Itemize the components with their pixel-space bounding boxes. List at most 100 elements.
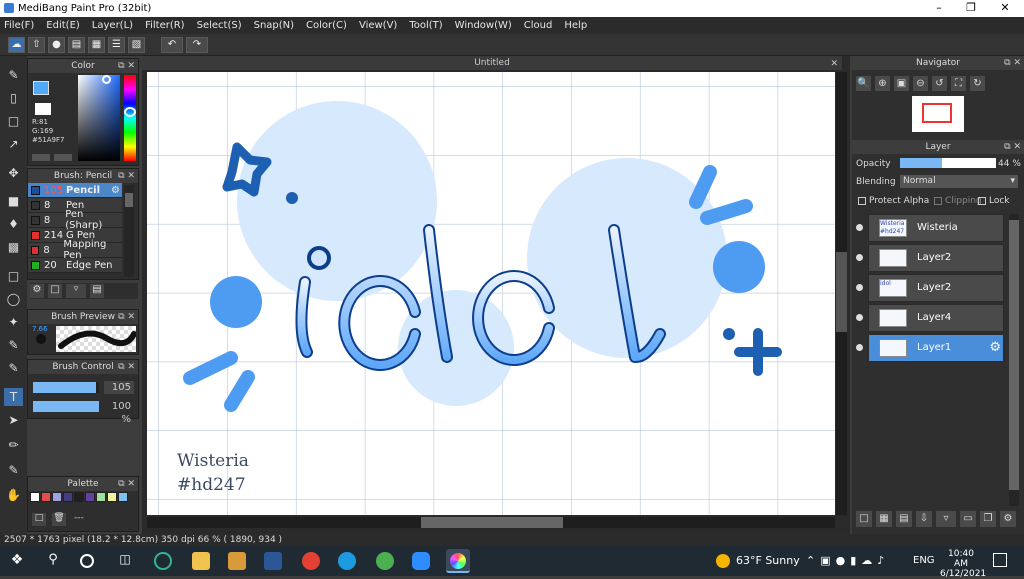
eraser-tool-icon[interactable]: ▯ [4,89,23,107]
eye-icon[interactable] [856,224,863,231]
eye-icon[interactable] [856,344,863,351]
lasso-tool-icon[interactable]: ◯ [4,290,23,308]
palette-swatch[interactable] [74,492,84,502]
menu-edit[interactable]: Edit(E) [46,20,80,31]
shape-tool-icon[interactable]: □ [4,112,23,130]
share-icon[interactable]: ⇧ [28,37,45,53]
tray-icons[interactable]: ⌃▣●▮☁♪ [806,554,889,567]
gradient-tool-icon[interactable]: ▩ [4,238,23,256]
brush-menu-icon[interactable]: ▿ [66,284,86,298]
palette-swatch[interactable] [52,492,62,502]
minimize-button[interactable]: – [922,0,956,17]
artboard[interactable]: Wisteria #hd247 [147,72,835,515]
edge-icon[interactable] [338,552,356,570]
search-icon[interactable]: ⚲ [44,552,62,570]
vertical-scrollbar[interactable] [836,72,847,515]
weather-text[interactable]: 63°F Sunny [736,554,800,567]
maximize-button[interactable]: ❐ [954,0,988,17]
color-swap-button[interactable] [54,154,72,161]
duplicate-layer-icon[interactable]: ▤ [896,511,912,527]
language-indicator[interactable]: ENG [913,555,935,566]
panel-close-icon[interactable]: ⧉ ✕ [118,169,135,183]
brush-size-value[interactable]: 105 [104,381,134,394]
canvas-tab[interactable]: Untitled [142,56,842,70]
layer-row-layer2-idol[interactable]: idol Layer2 [868,274,1004,302]
document-icon[interactable]: ▦ [88,37,105,53]
cloud-icon[interactable]: ☁ [8,37,25,53]
palette-swatch[interactable] [30,492,40,502]
palette-swatch[interactable] [118,492,128,502]
zoom-out-icon[interactable]: ⊖ [913,76,928,91]
new-halftone-layer-icon[interactable]: ▦ [876,511,892,527]
app-u-icon[interactable] [154,552,172,570]
message-icon[interactable]: ▤ [68,37,85,53]
panel-close-icon[interactable]: ⧉ ✕ [1004,140,1021,154]
new-brush-icon[interactable]: □ [48,284,62,298]
eye-icon[interactable] [856,284,863,291]
sv-cursor[interactable] [102,75,111,84]
chrome-icon[interactable] [302,552,320,570]
panel-close-icon[interactable]: ⧉ ✕ [118,310,135,324]
clipping-checkbox[interactable]: Clipping [934,196,982,206]
menu-file[interactable]: File(F) [4,20,34,31]
eye-icon[interactable] [856,314,863,321]
lock-checkbox[interactable]: Lock [978,196,1010,206]
brush-settings-icon[interactable]: ⚙ [30,284,44,298]
zoom-actual-icon[interactable]: ▣ [894,76,909,91]
hand-tool-icon[interactable]: ✋ [4,486,23,504]
menu-help[interactable]: Help [564,20,587,31]
menu-layer[interactable]: Layer(L) [92,20,133,31]
hue-cursor[interactable] [124,107,136,117]
menu-filter[interactable]: Filter(R) [145,20,185,31]
notification-icon[interactable] [993,553,1007,567]
menu-view[interactable]: View(V) [359,20,397,31]
file-explorer-icon[interactable] [192,552,210,570]
new-layer-icon[interactable]: □ [856,511,872,527]
bucket-tool-icon[interactable]: ♦ [4,215,23,233]
layer-row-layer2[interactable]: Layer2 [868,244,1004,272]
move-tool-icon[interactable]: ✥ [4,164,23,182]
brush-opacity-slider[interactable] [33,401,99,412]
comment-icon[interactable]: ● [48,37,65,53]
pen-tool-icon[interactable]: ✎ [4,461,23,479]
medibang-taskbar-icon[interactable] [446,549,470,573]
select-tool-icon[interactable]: □ [4,267,23,285]
palette-swatch[interactable] [63,492,73,502]
zoom-icon[interactable] [412,552,430,570]
menu-snap[interactable]: Snap(N) [254,20,294,31]
brush-item-pencil[interactable]: 105 Pencil ⚙ [28,183,122,198]
undo-icon[interactable]: ↶ [161,37,183,53]
blending-select[interactable]: Normal ▾ [900,175,1018,188]
hue-slider[interactable] [124,75,136,161]
white-swatch[interactable] [35,103,51,115]
layer-opacity-slider[interactable] [900,158,996,168]
layer-row-layer1[interactable]: Layer1 ⚙ [868,334,1004,362]
gear-icon[interactable]: ⚙ [989,340,1001,355]
close-button[interactable]: ✕ [988,0,1022,17]
cortana-icon[interactable] [80,554,94,568]
select-pen-icon[interactable]: ✎ [4,336,23,354]
layer-scrollbar[interactable] [1009,214,1019,506]
clock[interactable]: 10:40 AM 6/12/2021 [940,549,986,579]
protect-alpha-checkbox[interactable]: Protect Alpha [858,196,929,206]
navigator-thumbnail[interactable] [912,96,964,132]
word-icon[interactable] [264,552,282,570]
fill-rect-tool-icon[interactable]: ■ [4,192,23,210]
windows-start-icon[interactable]: ❖ [8,552,26,570]
eyedropper-icon[interactable]: ✏ [4,436,23,454]
menu-color[interactable]: Color(C) [306,20,347,31]
palette-swatch[interactable] [96,492,106,502]
panel-close-icon[interactable]: ⧉ ✕ [118,360,135,374]
layer-row-wisteria[interactable]: Wisteria #hd247 Wisteria [868,214,1004,242]
navigator-viewport[interactable] [922,103,952,123]
palette-swatch[interactable] [107,492,117,502]
menu-select[interactable]: Select(S) [197,20,242,31]
palette-swatch[interactable] [85,492,95,502]
horizontal-scrollbar[interactable] [147,517,835,528]
zoom-fit-icon[interactable]: 🔍 [856,76,871,91]
saturation-value-picker[interactable] [78,75,120,161]
layer-row-layer4[interactable]: Layer4 [868,304,1004,332]
menu-cloud[interactable]: Cloud [524,20,553,31]
brush-list-scrollbar[interactable] [124,185,134,277]
zoom-in-icon[interactable]: ⊕ [875,76,890,91]
